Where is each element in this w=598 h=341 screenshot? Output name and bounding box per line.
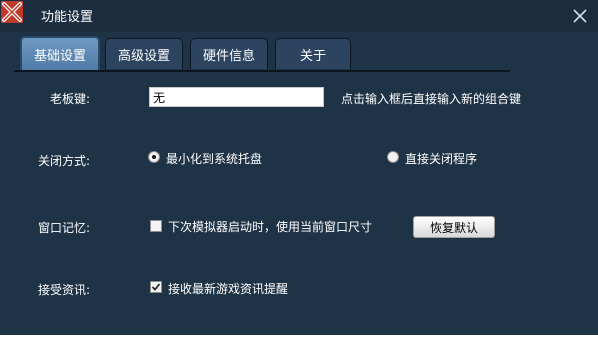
tab-label: 高级设置 [117, 48, 170, 64]
boss-key-value: 无 [153, 91, 166, 105]
tab-hardware-info[interactable]: 硬件信息 [190, 38, 268, 69]
news-label: 接受资讯: [38, 283, 91, 297]
check-icon [151, 283, 161, 291]
radio-close-program[interactable] [387, 151, 399, 163]
boss-key-label: 老板键: [50, 92, 91, 106]
tab-label: 关于 [299, 48, 326, 64]
news-checkbox-label[interactable]: 接收最新游戏资讯提醒 [168, 280, 288, 297]
tab-advanced-settings[interactable]: 高级设置 [105, 38, 183, 69]
tab-basic-settings[interactable]: 基础设置 [20, 36, 100, 71]
close-mode-label: 关闭方式: [38, 154, 91, 168]
restore-default-button[interactable]: 恢复默认 [413, 216, 495, 238]
radio-close-label[interactable]: 直接关闭程序 [405, 150, 477, 167]
restore-default-label: 恢复默认 [429, 220, 478, 235]
window-size-checkbox-label[interactable]: 下次模拟器启动时，使用当前窗口尺寸 [168, 218, 372, 235]
radio-selected-dot [152, 155, 156, 159]
news-checkbox[interactable] [150, 281, 162, 293]
boss-key-input[interactable]: 无 [149, 87, 324, 107]
close-icon[interactable] [570, 6, 590, 26]
window-title: 功能设置 [41, 10, 94, 25]
window-size-checkbox[interactable] [150, 220, 162, 232]
title-bar: 功能设置 [0, 0, 598, 32]
tab-divider [14, 70, 510, 72]
tab-about[interactable]: 关于 [275, 38, 351, 69]
settings-window: 功能设置 基础设置 高级设置 硬件信息 关于 老板键: 无 点击输入框后直接输入… [0, 0, 598, 335]
radio-minimize-label[interactable]: 最小化到系统托盘 [166, 150, 262, 167]
radio-minimize-to-tray[interactable] [148, 151, 160, 163]
app-logo-icon [1, 1, 23, 23]
tab-label: 硬件信息 [202, 48, 255, 64]
boss-key-hint: 点击输入框后直接输入新的组合键 [341, 92, 522, 106]
tab-label: 基础设置 [33, 49, 86, 64]
window-memory-label: 窗口记忆: [38, 221, 91, 235]
